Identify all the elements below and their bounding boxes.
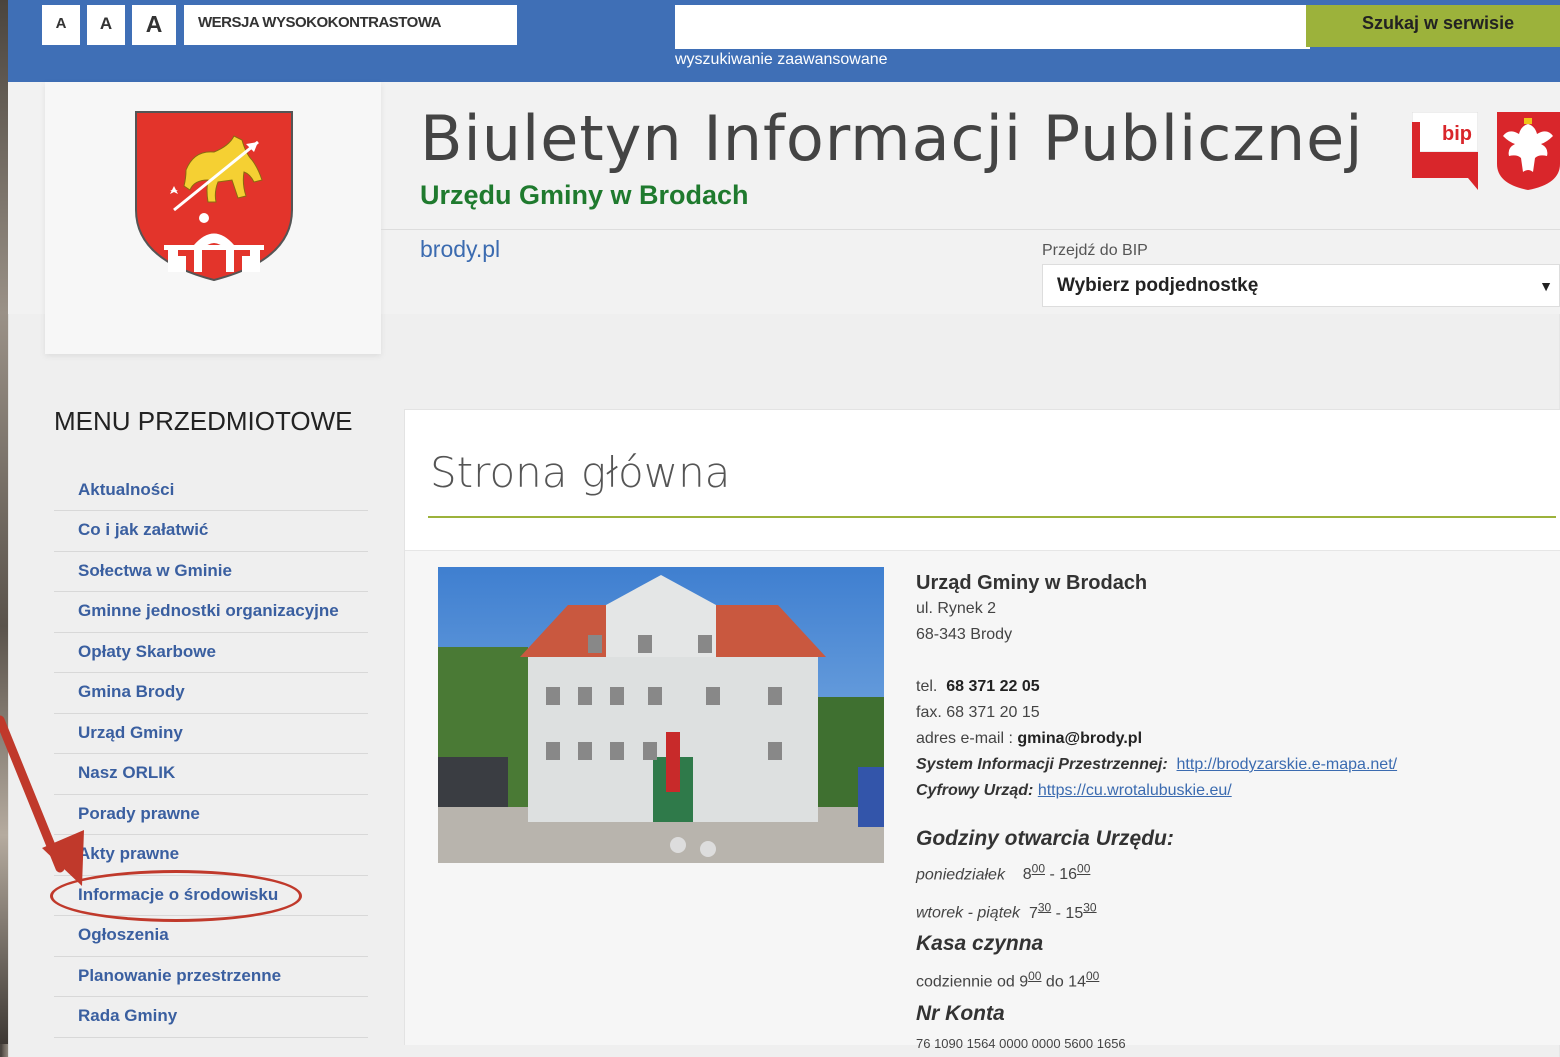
tel-label: tel. bbox=[916, 678, 938, 695]
subunit-select-value: Wybierz podjednostkę bbox=[1057, 275, 1259, 296]
sidebar-item-oplaty[interactable]: Opłaty Skarbowe bbox=[54, 633, 368, 673]
sip-label: System Informacji Przestrzennej: bbox=[916, 756, 1168, 773]
sidebar-heading: MENU PRZEDMIOTOWE bbox=[54, 406, 353, 436]
goto-bip-label: Przejdź do BIP bbox=[1042, 242, 1148, 259]
cash-text: codziennie od bbox=[916, 972, 1015, 990]
search-input[interactable] bbox=[675, 5, 1310, 49]
page-title: Strona główna bbox=[430, 448, 731, 497]
email-label: adres e-mail : bbox=[916, 730, 1013, 747]
hours-heading: Godziny otwarcia Urzędu: bbox=[916, 827, 1174, 850]
font-size-small-button[interactable]: A bbox=[42, 5, 80, 45]
tue-label: wtorek - piątek bbox=[916, 904, 1021, 922]
office-fax: fax. 68 371 20 15 bbox=[916, 704, 1040, 721]
sidebar-item-ogloszenia[interactable]: Ogłoszenia bbox=[54, 916, 368, 957]
bip-logo-icon[interactable]: bip bbox=[1412, 112, 1478, 190]
office-email: adres e-mail : gmina@brody.pl bbox=[916, 726, 1556, 752]
sidebar-item-urzad-gminy[interactable]: Urząd Gminy bbox=[54, 714, 368, 754]
title-underline bbox=[428, 516, 1556, 518]
high-contrast-button[interactable]: WERSJA WYSOKOKONTRASTOWA bbox=[184, 5, 517, 45]
sip-row: System Informacji Przestrzennej: http://… bbox=[916, 752, 1556, 778]
sidebar-item-label: Planowanie przestrzenne bbox=[78, 965, 282, 985]
logo-box bbox=[45, 82, 381, 354]
sip-link[interactable]: http://brodyzarskie.e-mapa.net/ bbox=[1177, 756, 1398, 773]
sidebar-item-jednostki[interactable]: Gminne jednostki organizacyjne bbox=[54, 592, 368, 633]
sidebar-item-label: Nasz ORLIK bbox=[78, 763, 176, 782]
tue-from: 7 bbox=[1028, 904, 1038, 922]
page-header-title: Biuletyn Informacji Publicznej bbox=[420, 102, 1364, 175]
header-divider bbox=[381, 229, 1560, 230]
sidebar-item-label: Porady prawne bbox=[78, 803, 200, 823]
cash-heading: Kasa czynna bbox=[916, 931, 1044, 955]
sidebar-item-label: Ogłoszenia bbox=[78, 925, 169, 944]
tue-to-min: 30 bbox=[1083, 900, 1097, 915]
search-button[interactable]: Szukaj w serwisie bbox=[1306, 5, 1560, 47]
account-heading: Nr Konta bbox=[916, 1001, 1005, 1025]
sidebar-item-label: Rada Gminy bbox=[78, 1006, 178, 1025]
polish-eagle-icon[interactable] bbox=[1497, 112, 1560, 190]
chevron-down-icon: ▼ bbox=[1539, 278, 1553, 294]
page-header-subtitle: Urzędu Gminy w Brodach bbox=[420, 180, 749, 210]
sidebar-item-label: Gminne jednostki organizacyjne bbox=[78, 601, 339, 620]
sidebar-item-label: Opłaty Skarbowe bbox=[78, 641, 216, 661]
font-size-medium-button[interactable]: A bbox=[87, 5, 125, 45]
cu-label: Cyfrowy Urząd: bbox=[916, 782, 1034, 799]
sidebar-item-label: Akty prawne bbox=[78, 844, 180, 863]
sidebar-item-planowanie[interactable]: Planowanie przestrzenne bbox=[54, 957, 368, 997]
cu-link[interactable]: https://cu.wrotalubuskie.eu/ bbox=[1038, 782, 1232, 799]
hours-tue-fri: wtorek - piątek 730 - 1530 bbox=[916, 900, 1097, 922]
sidebar-item-co-i-jak-zalatwic[interactable]: Co i jak załatwić bbox=[54, 511, 368, 552]
sidebar-item-gmina-brody[interactable]: Gmina Brody bbox=[54, 673, 368, 714]
office-name: Urząd Gminy w Brodach bbox=[916, 572, 1148, 594]
sidebar-item-porady[interactable]: Porady prawne bbox=[54, 795, 368, 835]
bip-logo-text: bip bbox=[1442, 123, 1472, 145]
cash-do: do bbox=[1045, 972, 1064, 990]
cash-from-min: 00 bbox=[1028, 968, 1042, 983]
monday-label: poniedziałek bbox=[916, 866, 1005, 884]
sidebar-menu: Aktualności Co i jak załatwić Sołectwa w… bbox=[54, 471, 368, 1038]
sidebar-item-akty-prawne[interactable]: Akty prawne bbox=[54, 835, 368, 876]
mon-from: 8 bbox=[1022, 866, 1032, 884]
sidebar-item-label: Aktualności bbox=[78, 480, 175, 499]
sidebar-item-label: Urząd Gminy bbox=[78, 722, 183, 742]
sidebar-item-rada-gminy[interactable]: Rada Gminy bbox=[54, 997, 368, 1038]
mon-to-min: 00 bbox=[1077, 862, 1091, 876]
tel-number: 68 371 22 05 bbox=[946, 678, 1040, 695]
coat-of-arms-icon[interactable] bbox=[134, 110, 294, 282]
cash-from: 9 bbox=[1019, 972, 1029, 990]
office-street: ul. Rynek 2 bbox=[916, 600, 997, 617]
annotation-arrow-icon bbox=[0, 715, 84, 886]
tue-to: 15 bbox=[1065, 904, 1084, 922]
cu-row: Cyfrowy Urząd: https://cu.wrotalubuskie.… bbox=[916, 778, 1556, 804]
subunit-select[interactable]: Wybierz podjednostkę ▼ bbox=[1042, 264, 1560, 307]
cash-to: 14 bbox=[1068, 972, 1086, 990]
sidebar-item-label: Sołectwa w Gminie bbox=[78, 560, 232, 580]
sidebar-item-orlik[interactable]: Nasz ORLIK bbox=[54, 754, 368, 795]
email-value[interactable]: gmina@brody.pl bbox=[1017, 730, 1142, 747]
sidebar-item-solectwa[interactable]: Sołectwa w Gminie bbox=[54, 552, 368, 592]
site-link[interactable]: brody.pl bbox=[420, 236, 500, 263]
cash-hours: codziennie od 900 do 1400 bbox=[916, 963, 1556, 995]
hours-monday: poniedziałek 800 - 1600 bbox=[916, 862, 1091, 884]
sidebar-item-label: Gmina Brody bbox=[78, 682, 185, 701]
town-hall-photo bbox=[438, 567, 884, 863]
office-tel: tel. 68 371 22 05 bbox=[916, 674, 1556, 700]
mon-to: 16 bbox=[1059, 866, 1078, 884]
office-postal: 68-343 Brody bbox=[916, 626, 1013, 643]
sidebar-item-aktualnosci[interactable]: Aktualności bbox=[54, 471, 368, 511]
mon-from-min: 00 bbox=[1031, 862, 1045, 876]
sidebar-item-label: Co i jak załatwić bbox=[78, 520, 209, 539]
office-info: Urząd Gminy w Brodach ul. Rynek 2 68-343… bbox=[916, 570, 1556, 1057]
advanced-search-link[interactable]: wyszukiwanie zaawansowane bbox=[675, 51, 888, 69]
annotation-circle bbox=[50, 870, 302, 922]
tue-from-min: 30 bbox=[1037, 900, 1052, 915]
font-size-large-button[interactable]: A bbox=[132, 5, 176, 45]
cash-to-min: 00 bbox=[1085, 968, 1100, 983]
